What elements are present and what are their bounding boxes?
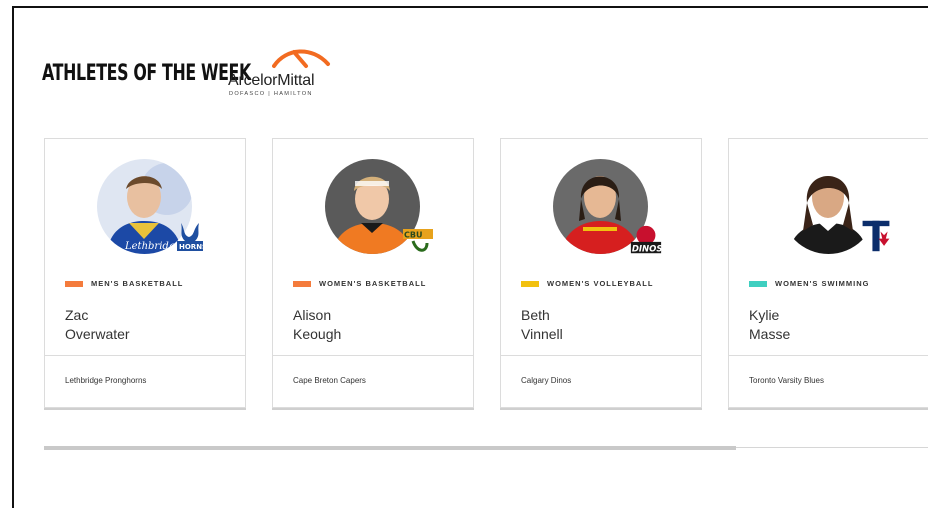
athlete-card[interactable]: CBU WOMEN'S BASKETBALL Alison Keough Cap… — [272, 138, 474, 408]
sport-color-bar — [521, 280, 539, 287]
carousel-scrollbar-thumb[interactable] — [44, 446, 736, 450]
athlete-first-name: Beth — [521, 307, 550, 323]
athlete-name: Beth Vinnell — [521, 306, 563, 344]
page-title: ATHLETES OF THE WEEK — [42, 60, 251, 86]
athlete-first-name: Alison — [293, 307, 332, 323]
pronghorns-logo-icon: HORNS — [177, 223, 207, 251]
team-name: Toronto Varsity Blues — [749, 376, 824, 385]
team-name: Calgary Dinos — [521, 376, 572, 385]
capers-logo-icon: CBU — [403, 229, 433, 252]
athlete-first-name: Zac — [65, 307, 89, 323]
sport-color-bar — [293, 280, 311, 287]
sponsor-name: ArcelorMittal — [228, 72, 315, 89]
arcelormittal-arc-icon — [272, 49, 330, 68]
sport-label: WOMEN'S SWIMMING — [749, 279, 869, 288]
sport-label: MEN'S BASKETBALL — [65, 279, 183, 288]
sponsor-logo[interactable]: ArcelorMittal DOFASCO | HAMILTON — [228, 44, 348, 100]
card-divider — [729, 355, 928, 356]
athlete-card[interactable]: Lethbridge HORNS MEN'S BASKETBALL Zac Ov… — [44, 138, 246, 408]
athlete-name: Alison Keough — [293, 306, 341, 344]
sport-name: MEN'S BASKETBALL — [91, 279, 184, 288]
card-divider — [45, 355, 245, 356]
athlete-last-name: Overwater — [65, 326, 130, 342]
sponsor-subtitle: DOFASCO | HAMILTON — [229, 91, 313, 97]
athlete-card[interactable]: WOMEN'S SWIMMING Kylie Masse Toronto Var… — [728, 138, 928, 408]
sport-color-bar — [65, 280, 83, 287]
athlete-last-name: Keough — [293, 326, 342, 342]
varsity-blues-logo-icon — [862, 220, 890, 252]
athlete-name: Kylie Masse — [749, 306, 790, 344]
sport-name: WOMEN'S VOLLEYBALL — [547, 279, 654, 288]
card-divider — [273, 355, 473, 356]
athlete-card[interactable]: DINOS WOMEN'S VOLLEYBALL Beth Vinnell Ca… — [500, 138, 702, 408]
athlete-name: Zac Overwater — [65, 306, 130, 344]
card-divider — [501, 355, 701, 356]
team-name: Lethbridge Pronghorns — [65, 376, 147, 385]
svg-text:CBU: CBU — [404, 231, 422, 240]
team-name: Cape Breton Capers — [293, 376, 366, 385]
sport-name: WOMEN'S BASKETBALL — [319, 279, 427, 288]
athlete-first-name: Kylie — [749, 307, 780, 323]
sport-name: WOMEN'S SWIMMING — [775, 279, 870, 288]
svg-text:HORNS: HORNS — [179, 243, 207, 251]
sport-label: WOMEN'S BASKETBALL — [293, 279, 426, 288]
svg-text:DINOS: DINOS — [632, 244, 663, 254]
sport-color-bar — [749, 280, 767, 287]
dinos-logo-icon: DINOS — [630, 225, 663, 254]
athlete-last-name: Vinnell — [521, 326, 563, 342]
athlete-last-name: Masse — [749, 326, 791, 342]
sport-label: WOMEN'S VOLLEYBALL — [521, 279, 653, 288]
